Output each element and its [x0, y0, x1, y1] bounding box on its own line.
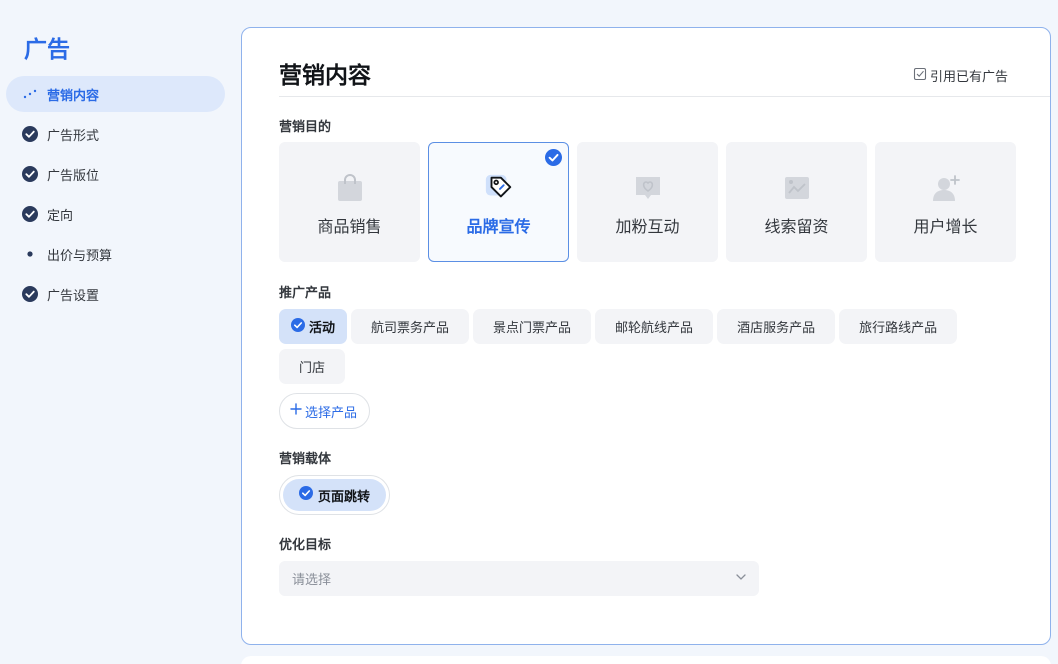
- sidebar-item-ad-settings[interactable]: 广告设置: [6, 276, 225, 312]
- chip-label: 景点门票产品: [493, 321, 572, 336]
- check-circle-icon: [22, 286, 38, 302]
- goal-option-fan-interaction[interactable]: 加粉互动: [577, 142, 718, 262]
- chip-label: 航司票务产品: [371, 321, 450, 336]
- goal-option-label: 品牌宣传: [466, 217, 531, 236]
- optimize-section-label: 优化目标: [279, 538, 332, 553]
- plus-icon: [290, 403, 305, 419]
- product-chip-hotel[interactable]: 酒店服务产品: [717, 309, 836, 344]
- goal-option-brand-promotion[interactable]: 品牌宣传: [428, 142, 569, 262]
- product-section-label: 推广产品: [279, 286, 332, 301]
- selected-check-icon: [291, 317, 309, 336]
- chip-label: 邮轮航线产品: [615, 321, 694, 336]
- product-chip-attraction[interactable]: 景点门票产品: [473, 309, 592, 344]
- user-plus-icon: [931, 173, 961, 203]
- chip-label: 门店: [299, 361, 326, 376]
- product-chip-activity[interactable]: 活动: [279, 309, 348, 344]
- pending-dot-icon: [22, 246, 38, 262]
- sidebar-item-label: 出价与预算: [47, 248, 113, 264]
- goal-option-label: 商品销售: [317, 217, 382, 236]
- select-product-button[interactable]: 选择产品: [279, 393, 371, 429]
- product-chip-airline[interactable]: 航司票务产品: [351, 309, 470, 344]
- goal-option-product-sales[interactable]: 商品销售: [279, 142, 420, 262]
- brand-tag-icon: [484, 173, 514, 203]
- sidebar-item-label: 广告设置: [47, 288, 100, 304]
- chip-label: 活动: [309, 321, 336, 336]
- check-circle-icon: [22, 206, 38, 222]
- sidebar-item-label: 营销内容: [47, 88, 100, 104]
- product-chips: 活动 航司票务产品 景点门票产品 邮轮航线产品 酒店服务产品 旅行路线产品 门店: [279, 309, 1019, 384]
- sidebar-item-label: 广告形式: [47, 128, 100, 144]
- select-product-label: 选择产品: [305, 405, 358, 421]
- reference-existing-ad-link[interactable]: 引用已有广告: [913, 66, 1008, 85]
- goal-option-lead-capture[interactable]: 线索留资: [726, 142, 867, 262]
- carrier-section-label: 营销载体: [279, 452, 332, 467]
- reference-link-label: 引用已有广告: [929, 70, 1008, 85]
- carrier-label: 页面跳转: [318, 489, 371, 505]
- sidebar-item-targeting[interactable]: 定向: [6, 196, 225, 232]
- product-chip-cruise[interactable]: 邮轮航线产品: [595, 309, 714, 344]
- shopping-bag-icon: [335, 173, 365, 203]
- sidebar-item-ad-format[interactable]: 广告形式: [6, 116, 225, 152]
- heart-chat-icon: [633, 173, 663, 203]
- marketing-content-card: 营销内容 引用已有广告 营销目的 商品销售 品牌宣传 加粉互动 线索留资 用户增…: [241, 27, 1051, 645]
- optimize-goal-select[interactable]: 请选择: [279, 561, 759, 596]
- sidebar: 广告 营销内容 广告形式 广告版位 定向 出价与预算 广告设置: [0, 0, 232, 664]
- in-progress-dots-icon: [22, 86, 38, 102]
- goal-option-user-growth[interactable]: 用户增长: [875, 142, 1016, 262]
- product-chip-store[interactable]: 门店: [279, 349, 346, 384]
- lead-image-icon: [782, 173, 812, 203]
- page-title: 营销内容: [279, 63, 371, 89]
- carrier-group: 页面跳转: [279, 475, 391, 515]
- goal-option-label: 线索留资: [764, 217, 829, 236]
- sidebar-title: 广告: [24, 37, 70, 63]
- product-chip-travel-route[interactable]: 旅行路线产品: [839, 309, 958, 344]
- chip-label: 旅行路线产品: [859, 321, 938, 336]
- next-section-card: [241, 656, 1051, 664]
- carrier-option-page-jump[interactable]: 页面跳转: [283, 479, 387, 511]
- select-placeholder: 请选择: [292, 573, 332, 588]
- goal-section-label: 营销目的: [279, 120, 332, 135]
- selected-check-icon: [299, 486, 318, 504]
- sidebar-item-marketing-content[interactable]: 营销内容: [6, 76, 225, 112]
- sidebar-item-bid-budget[interactable]: 出价与预算: [6, 236, 225, 272]
- sidebar-item-label: 广告版位: [47, 168, 100, 184]
- sidebar-item-ad-placement[interactable]: 广告版位: [6, 156, 225, 192]
- checkbox-edit-icon: [913, 67, 930, 85]
- chevron-down-icon: [735, 571, 747, 587]
- selected-check-icon: [545, 149, 562, 170]
- check-circle-icon: [22, 126, 38, 142]
- goal-options: 商品销售 品牌宣传 加粉互动 线索留资 用户增长: [279, 142, 1016, 262]
- title-divider: [279, 96, 1050, 97]
- chip-label: 酒店服务产品: [737, 321, 816, 336]
- goal-option-label: 加粉互动: [615, 217, 680, 236]
- goal-option-label: 用户增长: [913, 217, 978, 236]
- sidebar-item-label: 定向: [47, 208, 74, 224]
- check-circle-icon: [22, 166, 38, 182]
